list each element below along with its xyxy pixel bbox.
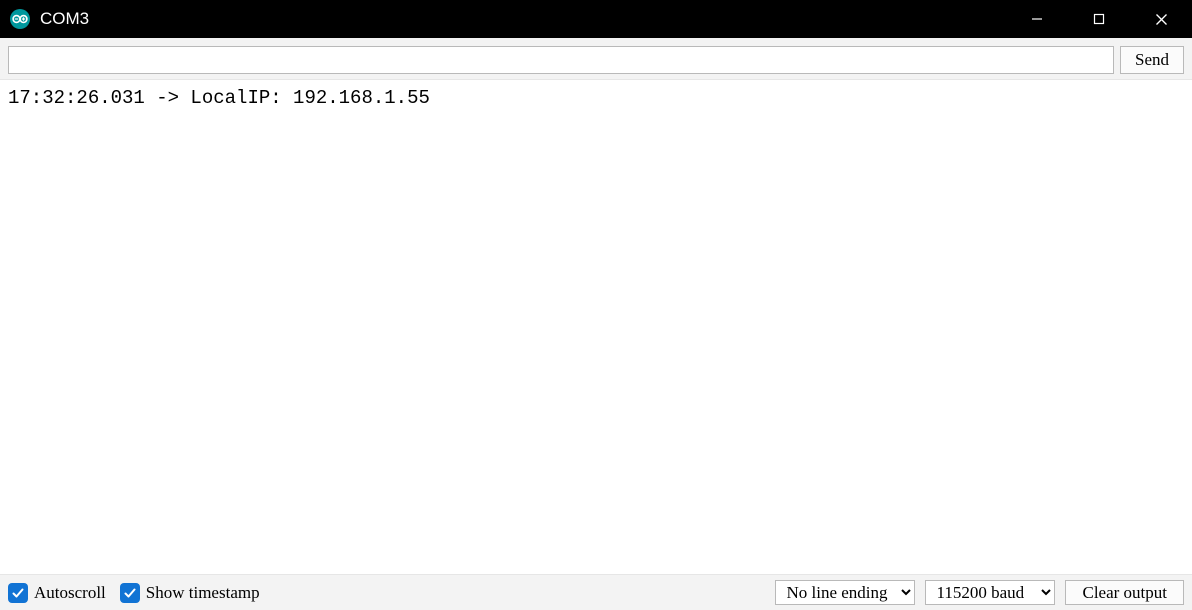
autoscroll-label: Autoscroll bbox=[34, 583, 106, 603]
line-ending-select[interactable]: No line endingNewlineCarriage returnBoth… bbox=[775, 580, 915, 605]
bottom-bar: Autoscroll Show timestamp No line ending… bbox=[0, 574, 1192, 610]
maximize-button[interactable] bbox=[1068, 0, 1130, 38]
show-timestamp-label: Show timestamp bbox=[146, 583, 260, 603]
baud-select[interactable]: 9600 baud19200 baud38400 baud57600 baud1… bbox=[925, 580, 1055, 605]
serial-input[interactable] bbox=[8, 46, 1114, 74]
input-row: Send bbox=[0, 38, 1192, 80]
autoscroll-checkbox[interactable]: Autoscroll bbox=[8, 583, 106, 603]
show-timestamp-checkbox[interactable]: Show timestamp bbox=[120, 583, 260, 603]
send-button[interactable]: Send bbox=[1120, 46, 1184, 74]
titlebar: COM3 bbox=[0, 0, 1192, 38]
clear-output-button[interactable]: Clear output bbox=[1065, 580, 1184, 605]
serial-output[interactable]: 17:32:26.031 -> LocalIP: 192.168.1.55 bbox=[0, 80, 1192, 574]
window-title: COM3 bbox=[40, 9, 89, 29]
close-button[interactable] bbox=[1130, 0, 1192, 38]
checkbox-checked-icon bbox=[8, 583, 28, 603]
checkbox-checked-icon bbox=[120, 583, 140, 603]
minimize-button[interactable] bbox=[1006, 0, 1068, 38]
window-controls bbox=[1006, 0, 1192, 38]
arduino-icon bbox=[10, 9, 30, 29]
